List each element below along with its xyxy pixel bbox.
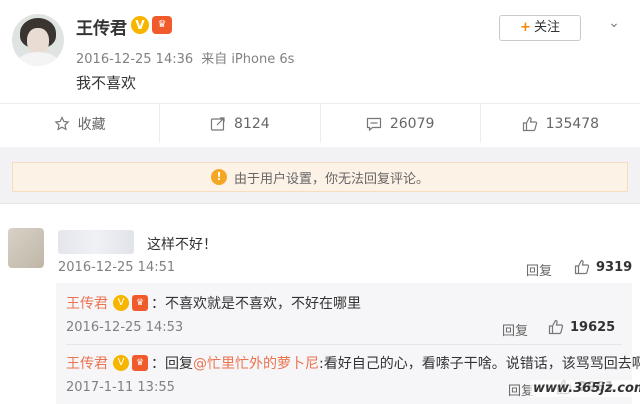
post-source-prefix: 来自 (201, 52, 228, 67)
chevron-down-icon[interactable]: ⌄ (605, 14, 623, 32)
weibo-post: 王传君 V ♛ 2016-12-25 14:36 来自 iPhone 6s 我不喜… (0, 0, 640, 147)
post-source: iPhone 6s (231, 52, 295, 67)
comment-button[interactable]: 26079 (321, 104, 481, 143)
comment-list: 这样不好！ 2016-12-25 14:51 回复 9319 王传君 V ♛ ：… (0, 203, 640, 404)
follow-button[interactable]: + 关注 (499, 15, 581, 41)
thumbs-up-icon (548, 319, 564, 335)
reply-like-button[interactable]: 19625 (548, 319, 615, 335)
like-button[interactable]: 135478 (481, 104, 640, 143)
mention-link[interactable]: @忙里忙外的萝卜尼 (193, 353, 319, 373)
comment-text: 这样不好！ (147, 237, 217, 253)
notice-text: 由于用户设置，你无法回复评论。 (233, 171, 429, 187)
repost-icon (210, 116, 225, 131)
reply-author[interactable]: 王传君 (66, 353, 108, 373)
post-action-bar: 收藏 8124 26079 135478 (0, 103, 640, 143)
comment-icon (366, 117, 381, 131)
reply-restriction-notice: ! 由于用户设置，你无法回复评论。 (12, 162, 628, 192)
thumbs-up-icon (522, 116, 537, 131)
thumbs-up-icon (574, 259, 590, 275)
post-username[interactable]: 王传君 (76, 14, 127, 39)
warning-icon: ! (210, 169, 227, 185)
reply-author[interactable]: 王传君 (66, 293, 108, 313)
reply-prefix: ：回复 (151, 356, 193, 372)
post-meta: 2016-12-25 14:36 来自 iPhone 6s (76, 48, 298, 67)
comment-like-button[interactable]: 9319 (574, 259, 632, 275)
member-crown-icon: ♛ (132, 355, 148, 371)
site-watermark: www.365jz.com (530, 380, 640, 397)
verified-badge-icon: V (113, 355, 129, 371)
reply-divider (66, 344, 622, 345)
member-crown-icon: ♛ (152, 16, 172, 34)
reply-time: 2016-12-25 14:53 (66, 320, 184, 335)
comment-time: 2016-12-25 14:51 (58, 260, 176, 275)
reply-item: 王传君 V ♛ ：回复 @忙里忙外的萝卜尼:看好自己的心，看嗦子干啥。说错话，该骂… (66, 353, 640, 373)
comment-reply-button[interactable]: 回复 (526, 260, 552, 279)
post-date[interactable]: 2016-12-25 14:36 (76, 52, 193, 67)
favorite-button[interactable]: 收藏 (0, 104, 161, 143)
member-crown-icon: ♛ (132, 295, 148, 311)
verified-badge-icon: V (113, 295, 129, 311)
comment-count: 26079 (389, 115, 435, 132)
repost-count: 8124 (234, 115, 270, 132)
reply-time: 2017-1-11 13:55 (66, 380, 175, 395)
commenter-name-blurred (58, 230, 134, 254)
reply-item: 王传君 V ♛ ：不喜欢就是不喜欢，不好在哪里 (66, 293, 361, 313)
commenter-avatar[interactable] (8, 228, 44, 268)
repost-button[interactable]: 8124 (160, 104, 321, 143)
star-icon (54, 115, 70, 130)
avatar[interactable] (12, 14, 64, 66)
reply-text: :看好自己的心，看嗦子干啥。说错话，该骂骂回去啊 (319, 356, 640, 372)
reply-like-count: 19625 (570, 319, 616, 335)
favorite-label: 收藏 (77, 116, 106, 133)
like-count: 135478 (545, 115, 600, 132)
verified-badge-icon: V (131, 16, 149, 34)
post-content: 我不喜欢 (76, 74, 137, 92)
reply-reply-button[interactable]: 回复 (502, 320, 528, 339)
reply-text: ：不喜欢就是不喜欢，不好在哪里 (151, 296, 361, 312)
comment-like-count: 9319 (596, 259, 633, 275)
